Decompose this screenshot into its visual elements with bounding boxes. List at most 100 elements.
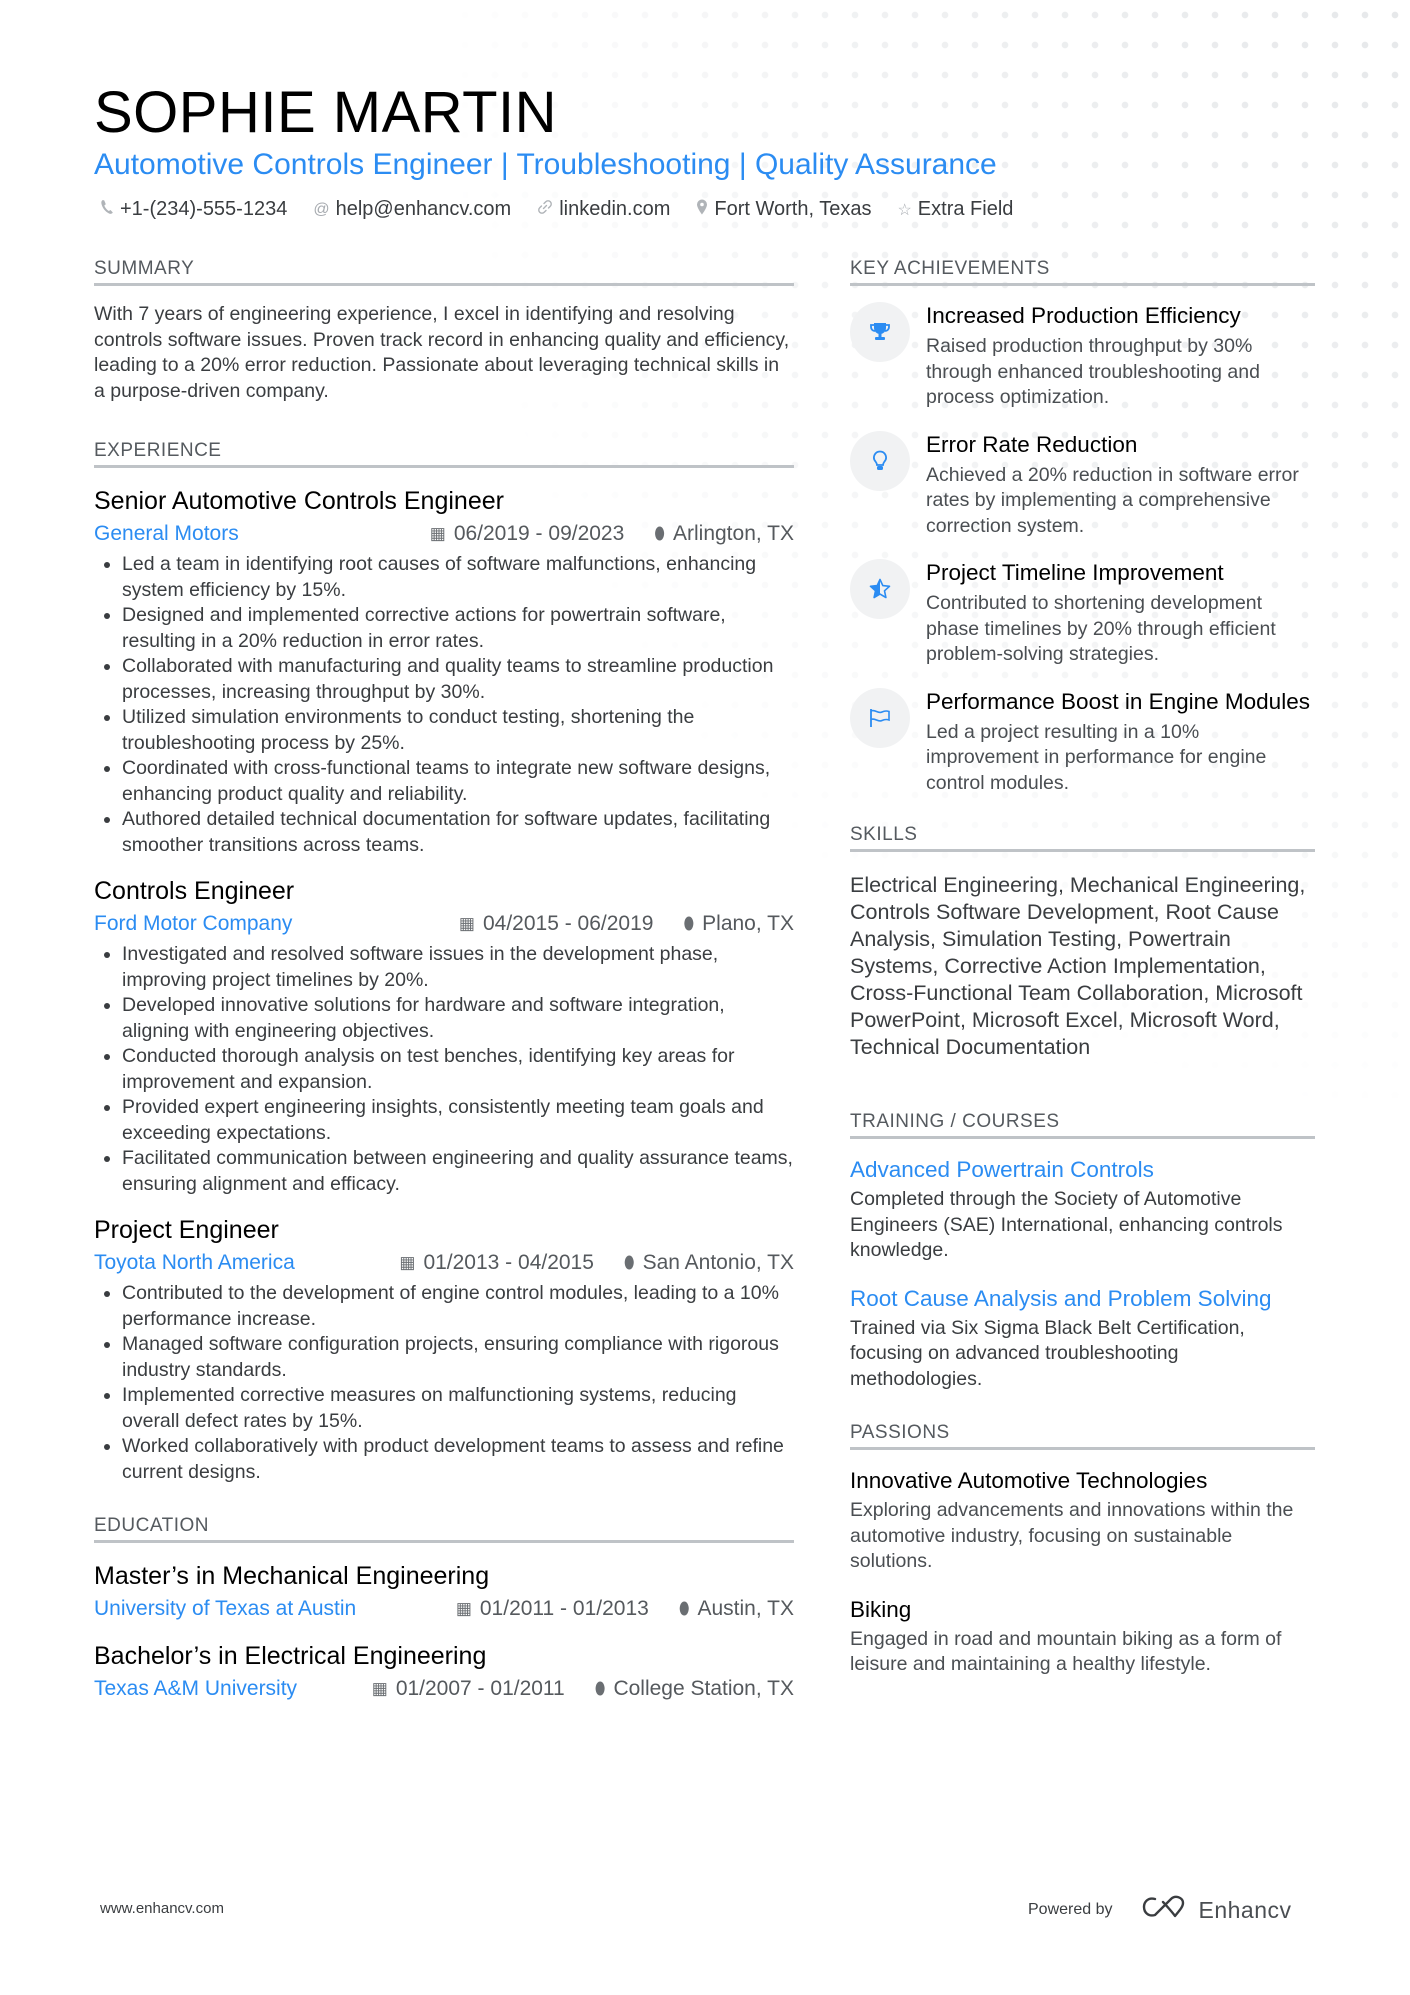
achievement-desc: Achieved a 20% reduction in software err… [926,463,1299,537]
candidate-title: Automotive Controls Engineer | Troublesh… [94,148,997,181]
training-section: TRAINING / COURSES Advanced Powertrain C… [850,1111,1315,1392]
achievement-desc: Led a project resulting in a 10% improve… [926,720,1267,794]
contact-email-text: help@enhancv.com [335,198,512,220]
contact-linkedin[interactable]: linkedin.com [537,198,670,221]
job-location: San Antonio, TX [642,1251,794,1274]
contact-email[interactable]: @ help@enhancv.com [313,198,511,221]
passion-item: Biking Engaged in road and mountain biki… [850,1595,1315,1678]
school-name[interactable]: Texas A&M University [94,1673,372,1705]
passions-section: PASSIONS Innovative Automotive Technolog… [850,1422,1315,1678]
achievement-title: Project Timeline Improvement [926,560,1224,585]
right-column: KEY ACHIEVEMENTS Increased Production Ef… [850,258,1315,1698]
job-bullet: Managed software configuration projects,… [122,1332,794,1383]
contact-extra: ☆ Extra Field [897,198,1013,221]
at-icon: @ [313,200,330,218]
skills-section: SKILLS Electrical Engineering, Mechanica… [850,824,1315,1061]
passion-item: Innovative Automotive Technologies Explo… [850,1466,1315,1575]
job-bullet: Facilitated communication between engine… [122,1146,794,1197]
calendar-icon: ▦ [371,1679,388,1698]
achievement-item: Increased Production Efficiency Raised p… [850,302,1315,411]
left-column: SUMMARY With 7 years of engineering expe… [94,258,794,1719]
education-location: College Station, TX [613,1677,794,1700]
job-bullet: Worked collaboratively with product deve… [122,1434,794,1485]
location-icon [696,199,708,220]
section-heading-summary: SUMMARY [94,258,794,286]
job-bullet: Investigated and resolved software issue… [122,942,794,993]
enhancv-brand-name: Enhancv [1198,1896,1292,1923]
achievements-section: KEY ACHIEVEMENTS Increased Production Ef… [850,258,1315,796]
star-half-icon [850,559,910,619]
job-bullets: Investigated and resolved software issue… [94,942,794,1197]
summary-section: SUMMARY With 7 years of engineering expe… [94,258,794,404]
passion-title: Innovative Automotive Technologies [850,1468,1208,1493]
job-meta: Toyota North America ▦ 01/2013 - 04/2015 … [94,1247,794,1279]
education-entry: Master’s in Mechanical Engineering Unive… [94,1559,794,1625]
calendar-icon: ▦ [429,524,446,543]
job-bullet: Developed innovative solutions for hardw… [122,993,794,1044]
job-bullets: Contributed to the development of engine… [94,1281,794,1485]
job-title: Controls Engineer [94,877,295,905]
star-icon: ☆ [897,201,912,219]
location-pin-icon: ⬮ [654,524,665,543]
summary-text: With 7 years of engineering experience, … [94,303,790,402]
section-heading-skills: SKILLS [850,824,1315,852]
phone-icon [100,199,114,220]
course-title[interactable]: Advanced Powertrain Controls [850,1155,1315,1185]
passion-title: Biking [850,1596,912,1622]
achievement-item: Error Rate Reduction Achieved a 20% redu… [850,430,1315,540]
job-bullet: Designed and implemented corrective acti… [122,603,794,654]
enhancv-brand[interactable]: Enhancv [1141,1894,1292,1926]
job-bullet: Utilized simulation environments to cond… [122,705,794,756]
school-name[interactable]: University of Texas at Austin [94,1593,456,1625]
degree: Master’s in Mechanical Engineering [94,1562,490,1590]
job-bullet: Authored detailed technical documentatio… [122,807,794,858]
candidate-name: SOPHIE MARTIN [94,80,558,145]
course-title[interactable]: Root Cause Analysis and Problem Solving [850,1284,1315,1314]
location-pin-icon: ⬮ [594,1679,606,1698]
degree: Bachelor’s in Electrical Engineering [94,1642,487,1670]
job-bullet: Collaborated with manufacturing and qual… [122,654,794,705]
job-dates: 01/2013 - 04/2015 [423,1251,594,1274]
calendar-icon: ▦ [458,914,475,933]
course-item: Advanced Powertrain Controls Completed t… [850,1155,1315,1264]
job-title: Senior Automotive Controls Engineer [94,487,504,515]
contact-location: Fort Worth, Texas [696,198,871,221]
passion-desc: Engaged in road and mountain biking as a… [850,1627,1282,1676]
powered-by-label: Powered by [1028,1901,1113,1918]
section-heading-experience: EXPERIENCE [94,440,794,468]
job-bullets: Led a team in identifying root causes of… [94,552,794,858]
job-dates: 06/2019 - 09/2023 [453,522,625,545]
course-desc: Completed through the Society of Automot… [850,1188,1283,1261]
achievement-desc: Contributed to shortening development ph… [926,592,1276,665]
job-meta: Ford Motor Company ▦ 04/2015 - 06/2019 ⬮ P… [94,908,794,940]
section-heading-training: TRAINING / COURSES [850,1111,1315,1139]
link-icon [537,199,553,220]
footer-website-link[interactable]: www.enhancv.com [100,1900,224,1917]
achievement-desc: Raised production throughput by 30% thro… [926,335,1260,408]
company-name[interactable]: Toyota North America [94,1247,399,1279]
education-dates: 01/2007 - 01/2011 [395,1677,565,1700]
calendar-icon: ▦ [455,1599,472,1618]
education-meta: Texas A&M University ▦ 01/2007 - 01/2011 … [94,1673,794,1705]
contact-phone[interactable]: +1-(234)-555-1234 [100,198,287,221]
location-pin-icon: ⬮ [623,1253,635,1272]
education-entry: Bachelor’s in Electrical Engineering Tex… [94,1639,794,1705]
job-entry: Project Engineer Toyota North America ▦ 0… [94,1213,794,1485]
section-heading-education: EDUCATION [94,1515,794,1543]
education-section: EDUCATION Master’s in Mechanical Enginee… [94,1515,794,1705]
trophy-icon [850,302,910,362]
job-bullet: Contributed to the development of engine… [122,1281,794,1332]
education-dates: 01/2011 - 01/2013 [479,1597,649,1620]
enhancv-logo-icon [1141,1894,1189,1926]
course-desc: Trained via Six Sigma Black Belt Certifi… [850,1316,1245,1390]
lightbulb-icon [850,430,910,491]
company-name[interactable]: General Motors [94,518,430,550]
achievement-title: Error Rate Reduction [926,431,1138,457]
achievement-item: Project Timeline Improvement Contributed… [850,559,1315,668]
company-name[interactable]: Ford Motor Company [94,908,459,940]
job-bullet: Conducted thorough analysis on test benc… [122,1044,794,1095]
resume-page: SOPHIE MARTIN Automotive Controls Engine… [0,0,1410,1995]
job-location: Plano, TX [702,912,794,935]
skills-text: Electrical Engineering, Mechanical Engin… [850,873,1306,1059]
job-entry: Controls Engineer Ford Motor Company ▦ 04… [94,874,794,1197]
